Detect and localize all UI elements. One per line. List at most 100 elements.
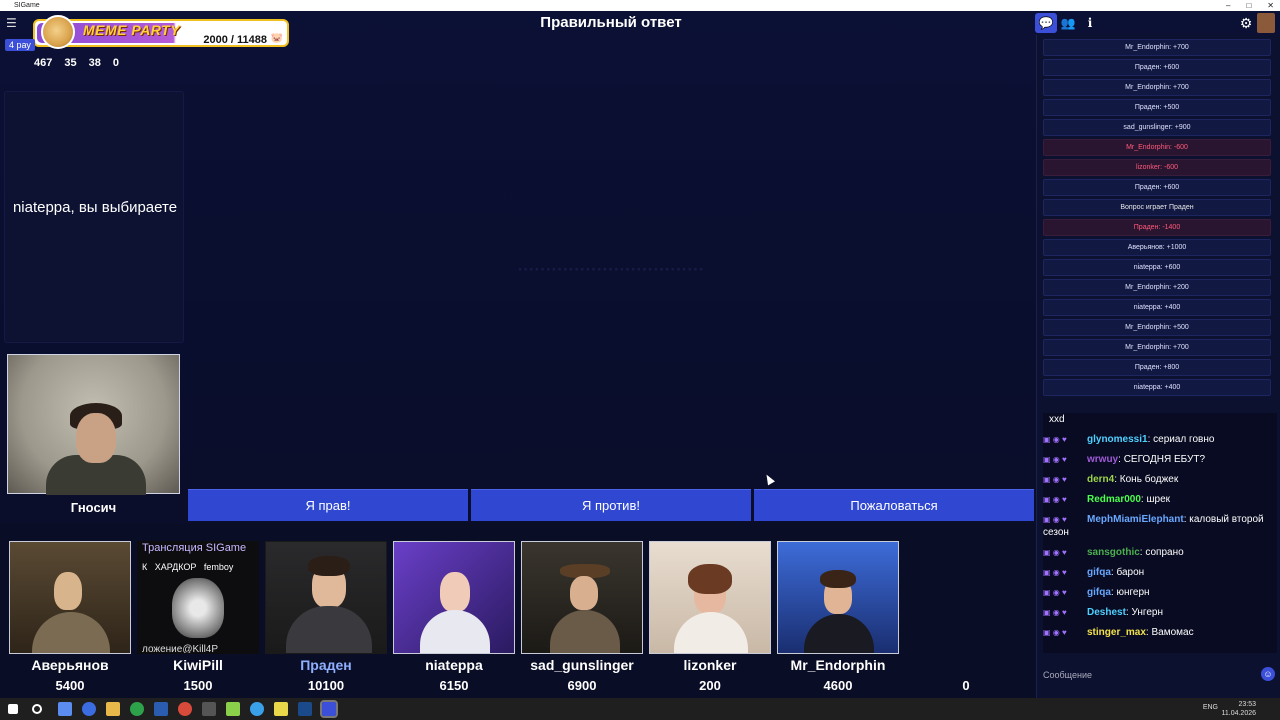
chat-message: ▣ ◉ ♥ dern4: Конь боджек: [1043, 473, 1277, 486]
player-card[interactable]: Трансляция SIGame К ХАРДКОР femboy ложен…: [137, 541, 259, 693]
chat-tabs: 💬 👥 i ⚙: [1035, 11, 1280, 35]
chat-message: ▣ ◉ ♥ Redmar000: шрек: [1043, 493, 1277, 506]
emoji-icon[interactable]: ☺: [1261, 667, 1275, 681]
chat-text: Унгерн: [1131, 607, 1163, 618]
chat-username[interactable]: wrwuy: [1087, 454, 1118, 465]
app-icon[interactable]: [82, 702, 96, 716]
player-webcam: [649, 541, 771, 654]
doge-icon: [41, 15, 75, 49]
taskview-icon[interactable]: [58, 702, 72, 716]
player-card[interactable]: Mr_Endorphin 4600: [777, 541, 899, 693]
player-face: [570, 576, 598, 610]
clock[interactable]: 23:53 11.04.2026: [1221, 700, 1256, 718]
player-webcam: [393, 541, 515, 654]
folder-icon[interactable]: [106, 702, 120, 716]
stat-k: 35: [64, 57, 77, 69]
chat-username[interactable]: gifqa: [1087, 587, 1111, 598]
app-icon[interactable]: [178, 702, 192, 716]
log-entry: Аверьянов: +1000: [1043, 239, 1271, 256]
i-object-button[interactable]: Я против!: [471, 489, 751, 521]
chat-message: ▣ ◉ ♥ wrwuy: СЕГОДНЯ ЕБУТ?: [1043, 453, 1277, 466]
log-entry: Mr_Endorphin: +700: [1043, 339, 1271, 356]
chat-bubble-icon[interactable]: 💬: [1035, 13, 1057, 33]
player-name: lizonker: [683, 657, 737, 673]
sigame-icon[interactable]: [320, 700, 338, 718]
chat-message: ▣ ◉ ♥ gifqa: юнгерн: [1043, 586, 1277, 599]
app-icon[interactable]: [226, 702, 240, 716]
chat-message: ▣ ◉ ♥ glynomessi1: сериал говно: [1043, 433, 1277, 446]
user-badges-icon: ▣ ◉ ♥: [1043, 515, 1067, 524]
player-card[interactable]: lizonker 200: [649, 541, 771, 693]
app-icon[interactable]: [154, 702, 168, 716]
log-entry: Mr_Endorphin: +200: [1043, 279, 1271, 296]
i-am-right-button[interactable]: Я прав!: [188, 489, 468, 521]
maximize-button[interactable]: □: [1246, 0, 1251, 11]
start-icon[interactable]: [8, 704, 18, 714]
chat-message: ▣ ◉ ♥ gifqa: барон: [1043, 566, 1277, 579]
log-entry: Праден: +600: [1043, 179, 1271, 196]
chat-username[interactable]: stinger_max: [1087, 627, 1146, 638]
user-badges-icon: ▣ ◉ ♥: [1043, 495, 1067, 504]
chooser-prompt: niateppa, вы выбираете: [12, 199, 178, 216]
users-icon[interactable]: 👥: [1057, 13, 1079, 33]
player-hair: [820, 570, 856, 588]
banner-title: MEME PARTY: [83, 22, 181, 38]
player-body: [286, 606, 372, 653]
player-face: [172, 578, 224, 638]
player-score: 5400: [55, 678, 85, 693]
player-body: [804, 614, 874, 653]
app-icon[interactable]: [250, 702, 264, 716]
chat-text: Конь боджек: [1119, 474, 1179, 485]
player-body: [32, 612, 110, 653]
player-webcam: [265, 541, 387, 654]
player-score: 6150: [439, 678, 469, 693]
info-icon[interactable]: i: [1079, 13, 1101, 33]
chat-first-line: xxd: [1049, 414, 1065, 425]
close-button[interactable]: ✕: [1267, 0, 1274, 11]
player-score: 200: [699, 678, 721, 693]
search-icon[interactable]: [32, 704, 42, 714]
stat-viewers: 467: [34, 57, 53, 69]
player-name: Mr_Endorphin: [790, 657, 886, 673]
player-webcam: [9, 541, 131, 654]
window-controls: – □ ✕: [1226, 0, 1274, 11]
log-entry: Праден: +500: [1043, 99, 1271, 116]
player-body: [674, 612, 748, 653]
player-score: 10100: [307, 678, 345, 693]
chat-username[interactable]: gifqa: [1087, 567, 1111, 578]
message-input[interactable]: Сообщение: [1043, 665, 1259, 685]
avatar[interactable]: [1257, 13, 1275, 33]
chrome-icon[interactable]: [130, 702, 144, 716]
player-card[interactable]: Аверьянов 5400: [9, 541, 131, 693]
chat-message: ▣ ◉ ♥ Deshest: Унгерн: [1043, 606, 1277, 619]
stat-live: 38: [88, 57, 101, 69]
chat-username[interactable]: glynomessi1: [1087, 434, 1148, 445]
sigame-app: ☰ Правильный ответ 💬 👥 i ⚙ MEME PARTY 20…: [0, 11, 1280, 698]
player-face: [440, 572, 470, 612]
chat-username[interactable]: Deshest: [1087, 607, 1126, 618]
chat-username[interactable]: MephMiamiElephant: [1087, 514, 1184, 525]
faded-question-text: ·································: [517, 260, 705, 279]
chat-username[interactable]: Redmar000: [1087, 494, 1141, 505]
player-card[interactable]: sad_gunslinger 6900: [521, 541, 643, 693]
log-entry: Mr_Endorphin: +700: [1043, 39, 1271, 56]
stream-overlay-text: Трансляция SIGame: [142, 542, 247, 554]
language-indicator[interactable]: ENG: [1203, 704, 1218, 711]
app-icon[interactable]: [202, 702, 216, 716]
player-card-empty[interactable]: 0: [905, 541, 1027, 693]
player-card[interactable]: niateppa 6150: [393, 541, 515, 693]
player-name: niateppa: [425, 657, 483, 673]
app-icon[interactable]: [274, 702, 288, 716]
minimize-button[interactable]: –: [1226, 0, 1230, 11]
complain-button[interactable]: Пожаловаться: [754, 489, 1034, 521]
chat-username[interactable]: sansgothic: [1087, 547, 1140, 558]
user-badges-icon: ▣ ◉ ♥: [1043, 588, 1067, 597]
player-card-current[interactable]: Праден 10100: [265, 541, 387, 693]
chat-text: сопрано: [1145, 547, 1184, 558]
gear-icon[interactable]: ⚙: [1235, 13, 1257, 33]
chat-username[interactable]: dern4: [1087, 474, 1114, 485]
steam-icon[interactable]: [298, 702, 312, 716]
player-score: 0: [962, 678, 970, 693]
window-title: SIGame: [14, 2, 40, 9]
windows-taskbar: ENG 23:53 11.04.2026: [0, 698, 1280, 720]
